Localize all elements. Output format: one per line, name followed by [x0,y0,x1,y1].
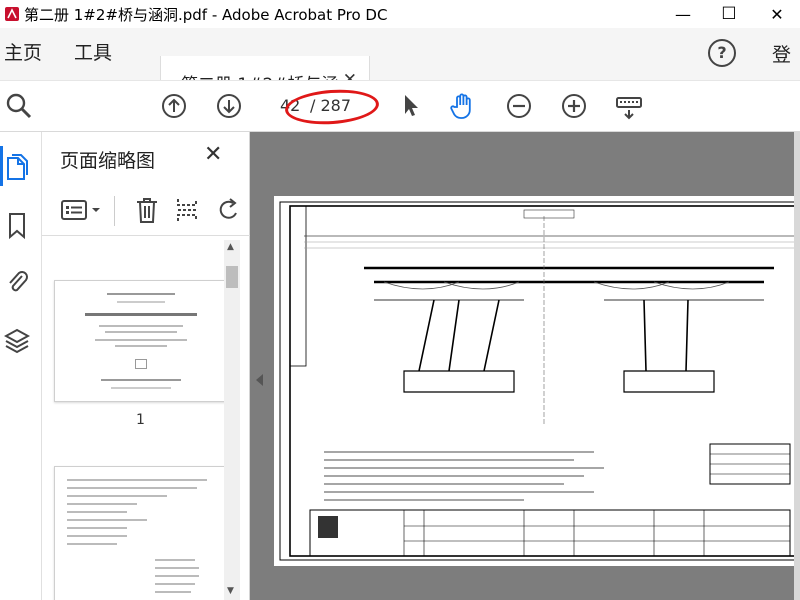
panel-close-icon[interactable]: ✕ [204,142,222,167]
document-scrollbar[interactable] [794,132,800,600]
page-thumbnail-2[interactable] [54,466,226,600]
minimize-button[interactable]: — [660,0,706,28]
thumbnail-1-page-number: 1 [136,412,145,428]
document-page [274,196,800,566]
maximize-button[interactable]: ☐ [706,0,752,28]
bookmark-icon[interactable] [4,210,30,240]
delete-icon[interactable] [132,194,162,226]
layers-icon[interactable] [4,326,30,356]
acrobat-app-icon [5,7,19,21]
rail-active-indicator [0,146,3,186]
page-up-icon[interactable] [157,89,191,123]
document-view[interactable] [250,132,800,600]
page-thumbnail-1[interactable] [54,280,226,402]
main-toolbar: 42 / 287 [0,80,800,132]
thumbnail-list[interactable]: 1 [42,238,242,600]
select-arrow-icon[interactable] [393,89,427,123]
attachment-icon[interactable] [4,266,30,296]
title-bar: 第二册 1#2#桥与涵洞.pdf - Adobe Acrobat Pro DC … [0,0,800,28]
help-button[interactable]: ? [708,39,736,67]
bridge-drawing [279,201,800,561]
panel-toolbar [42,184,250,236]
window-title: 第二册 1#2#桥与涵洞.pdf - Adobe Acrobat Pro DC [24,5,388,24]
login-button[interactable]: 登 [772,40,791,67]
hand-icon[interactable] [446,89,480,123]
close-window-button[interactable]: ✕ [754,0,800,28]
tab-tools[interactable]: 工具 [74,38,112,65]
panel-title: 页面缩略图 [60,150,156,172]
thumbnail-scrollbar-thumb[interactable] [226,266,238,288]
collapse-panel-arrow[interactable] [256,374,263,386]
page-thumbnails-icon[interactable] [4,152,30,182]
panel-toolbar-divider [114,196,115,226]
search-icon[interactable] [2,89,36,123]
rotate-icon[interactable] [214,194,244,226]
thumbnails-panel: 页面缩略图 ✕ 1 [42,132,250,600]
tab-home[interactable]: 主页 [4,38,42,65]
left-rail [0,132,42,600]
zoom-out-icon[interactable] [502,89,536,123]
zoom-in-icon[interactable] [557,89,591,123]
page-down-icon[interactable] [212,89,246,123]
insert-page-icon[interactable] [172,194,202,226]
thumbnail-scrollbar[interactable]: ▲ ▼ [224,240,240,600]
keyboard-tools-icon[interactable] [612,89,646,123]
thumbnail-options-icon[interactable] [60,194,104,226]
tab-bar: 主页 工具 第二册 1#2#桥与涵... ✕ ? 登 [0,28,800,108]
